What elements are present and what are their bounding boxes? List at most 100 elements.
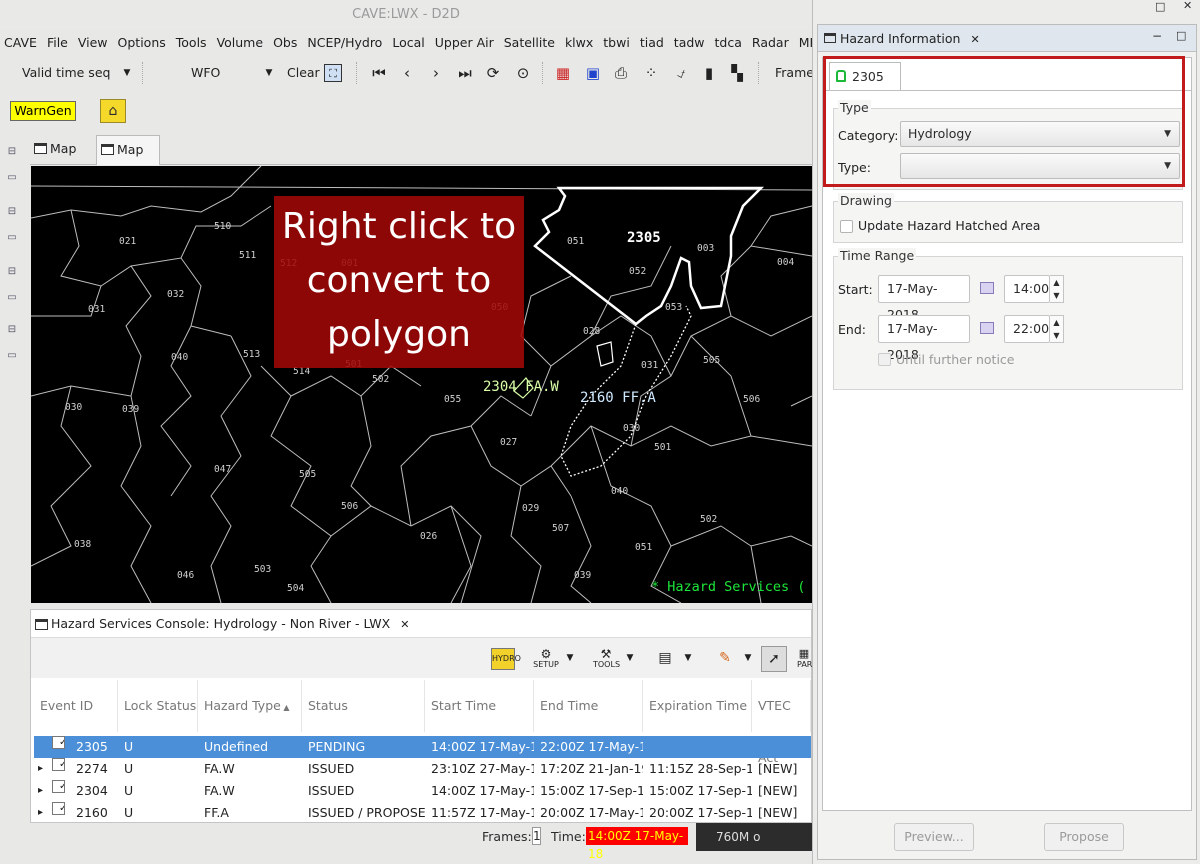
column-header[interactable]: Event ID — [34, 680, 118, 732]
menu-item[interactable]: Volume — [213, 30, 270, 56]
menu-item[interactable]: tbwi — [599, 30, 636, 56]
document-icon[interactable]: ▤ — [655, 648, 675, 670]
chevron-down-icon[interactable]: ▼ — [625, 648, 635, 670]
expand-icon[interactable]: ▸ — [34, 758, 43, 780]
minimize-view-icon[interactable]: ⊟ — [5, 324, 19, 336]
table-row[interactable]: ✓ 2305 U Undefined PENDING 14:00Z 17-May-18 22… — [34, 736, 811, 758]
close-icon[interactable]: ✕ — [400, 618, 409, 631]
zoom-extent-icon[interactable]: ⛶ — [324, 64, 342, 82]
table-row[interactable]: ▸ ✓ 2304 U FA.W ISSUED 14:00Z 17-May-18 15:00Z … — [34, 780, 811, 802]
table-row[interactable]: ▸ ✓ 2160 U FF.A ISSUED / PROPOSED 11:57Z 17-Ma… — [34, 802, 811, 824]
menu-item[interactable]: File — [43, 30, 74, 56]
calendar-icon[interactable] — [980, 282, 994, 294]
menu-item[interactable]: Upper Air — [431, 30, 500, 56]
next-frame-icon[interactable]: › — [427, 64, 445, 82]
image-properties-icon[interactable]: ▣ — [584, 64, 602, 82]
maximize-icon[interactable]: □ — [1155, 0, 1165, 13]
partial-button[interactable]: ▦ PAR — [797, 648, 812, 670]
minimize-view-icon[interactable]: ⊟ — [5, 206, 19, 218]
calendar-icon[interactable] — [980, 322, 994, 334]
select-pointer-icon[interactable]: ➚ — [761, 646, 787, 672]
menu-item[interactable]: View — [74, 30, 114, 56]
chevron-down-icon[interactable]: ▼ — [118, 64, 136, 82]
hazard-label-2160[interactable]: 2160 FF.A — [580, 390, 656, 406]
valid-time-dropdown[interactable]: Valid time seq — [22, 56, 110, 90]
hazard-services-icon[interactable]: ⌂ — [100, 99, 126, 123]
setup-button[interactable]: ⚙ SETUP — [533, 648, 559, 670]
menu-item[interactable]: tdca — [711, 30, 748, 56]
map-display[interactable]: 0215105115120010320310405135145015020500… — [31, 166, 812, 603]
pencil-icon[interactable]: ✎ — [715, 648, 735, 670]
column-header[interactable]: Lock Status — [118, 680, 198, 732]
menu-item[interactable]: Options — [114, 30, 172, 56]
start-time-field[interactable]: 14:00 — [1004, 275, 1050, 303]
print-icon[interactable]: ⎙ — [612, 64, 630, 82]
restore-view-icon[interactable]: ▭ — [5, 292, 19, 304]
menu-item[interactable]: Radar — [748, 30, 795, 56]
tools-button[interactable]: ⚒ TOOLS — [593, 648, 620, 670]
menu-item[interactable]: CAVE — [0, 30, 43, 56]
column-header[interactable]: End Time — [534, 680, 643, 732]
close-icon[interactable]: ✕ — [1183, 0, 1192, 12]
menu-item[interactable]: tadw — [670, 30, 711, 56]
last-frame-icon[interactable]: ⏭ — [456, 64, 474, 82]
menu-item[interactable]: Tools — [172, 30, 213, 56]
scale-value[interactable]: 760M o — [696, 823, 812, 851]
row-checkbox[interactable]: ✓ — [52, 736, 65, 749]
column-header[interactable]: Status — [302, 680, 425, 732]
menu-item[interactable]: Obs — [269, 30, 303, 56]
restore-view-icon[interactable]: ▭ — [5, 350, 19, 362]
row-checkbox[interactable]: ✓ — [52, 780, 65, 793]
menu-item[interactable]: tiad — [636, 30, 670, 56]
restore-view-icon[interactable]: ▭ — [5, 232, 19, 244]
image-combine-icon[interactable]: ▦ — [554, 64, 572, 82]
menu-item[interactable]: Local — [388, 30, 430, 56]
console-tab[interactable]: Hazard Services Console: Hydrology - Non… — [31, 610, 811, 638]
minimize-view-icon[interactable]: ⊟ — [5, 266, 19, 278]
restore-view-icon[interactable]: ▭ — [5, 172, 19, 184]
end-time-spinner[interactable]: ▲ ▼ — [1050, 315, 1064, 343]
chevron-down-icon[interactable]: ▼ — [743, 648, 753, 670]
until-further-notice-checkbox[interactable] — [878, 353, 891, 366]
time-match-icon[interactable]: ⊙ — [514, 64, 532, 82]
single-panel-icon[interactable]: ▮ — [700, 64, 718, 82]
hazard-label-2304[interactable]: 2304 FA.W — [483, 379, 559, 395]
menu-item[interactable]: NCEP/Hydro — [303, 30, 388, 56]
column-header[interactable]: Expiration Time — [643, 680, 752, 732]
column-header[interactable]: Hazard Type ▲ — [198, 680, 302, 732]
expand-icon[interactable]: ▸ — [34, 802, 43, 824]
hazard-information-tab[interactable]: Hazard Information ✕ − □ — [818, 25, 1196, 52]
start-date-field[interactable]: 17-May-2018 — [878, 275, 970, 322]
warngen-button[interactable]: WarnGen — [10, 101, 76, 121]
start-time-spinner[interactable]: ▲ ▼ — [1050, 275, 1064, 303]
menu-item[interactable]: MRMS — [795, 30, 812, 56]
end-time-field[interactable]: 22:00 — [1004, 315, 1050, 343]
update-hatched-checkbox[interactable] — [840, 220, 853, 233]
row-checkbox[interactable]: ✓ — [52, 758, 65, 771]
end-date-field[interactable]: 17-May-2018 — [878, 315, 970, 362]
first-frame-icon[interactable]: ⏮ — [370, 64, 388, 82]
tab-map-2[interactable]: Map ✕ — [96, 135, 160, 185]
chevron-down-icon[interactable]: ▼ — [565, 648, 575, 670]
tab-map-1[interactable]: Map — [30, 135, 92, 165]
hydro-button[interactable]: HYDRO — [491, 648, 521, 670]
column-header[interactable]: Start Time — [425, 680, 534, 732]
previous-frame-icon[interactable]: ‹ — [398, 64, 416, 82]
minimize-icon[interactable]: − — [1152, 29, 1162, 43]
propose-button[interactable]: Propose — [1044, 823, 1124, 851]
loop-icon[interactable]: ⟳ — [484, 64, 502, 82]
row-checkbox[interactable]: ✓ — [52, 802, 65, 815]
swipe-icon[interactable]: ⍻ — [672, 64, 690, 82]
wfo-dropdown[interactable]: WFO — [191, 56, 220, 90]
menu-item[interactable]: klwx — [561, 30, 599, 56]
expand-icon[interactable]: ▸ — [34, 780, 43, 802]
maximize-icon[interactable]: □ — [1176, 29, 1186, 42]
column-header[interactable]: VTEC Act — [752, 680, 811, 765]
clear-button[interactable]: Clear — [287, 56, 320, 90]
chevron-down-icon[interactable]: ▼ — [683, 648, 693, 670]
minimize-view-icon[interactable]: ⊟ — [5, 146, 19, 158]
hazard-label-2305[interactable]: 2305 — [627, 230, 661, 246]
close-icon[interactable]: ✕ — [970, 33, 979, 46]
menu-item[interactable]: Satellite — [500, 30, 561, 56]
four-panel-icon[interactable]: ▚ — [728, 64, 746, 82]
